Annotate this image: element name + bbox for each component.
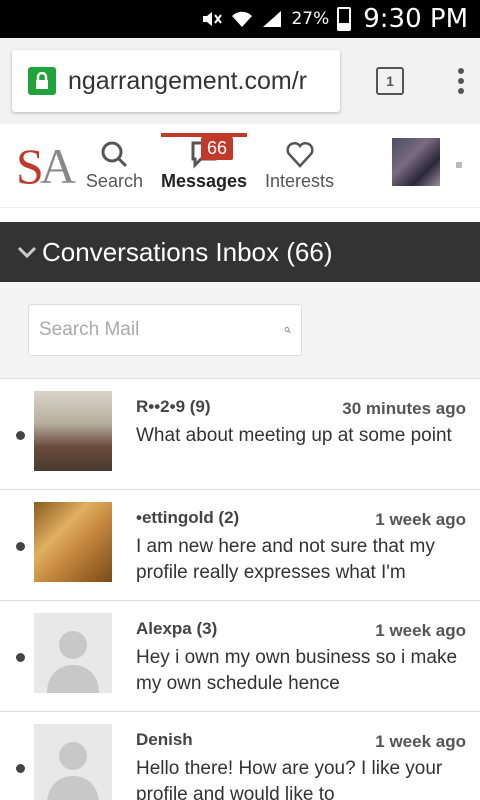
sender-avatar <box>34 502 112 582</box>
message-time: 1 week ago <box>375 621 466 640</box>
clock: 9:30 PM <box>363 4 468 34</box>
mail-search-area <box>0 282 480 378</box>
lock-icon <box>28 67 56 95</box>
user-avatar[interactable] <box>392 138 440 186</box>
nav-search-label: Search <box>85 171 143 191</box>
nav-interests[interactable]: Interests <box>265 139 334 192</box>
unread-dot <box>16 764 25 773</box>
message-preview: What about meeting up at some point <box>136 425 452 446</box>
conversation-item[interactable]: R••2•9 (9) 30 minutes ago What about mee… <box>0 379 480 490</box>
unread-dot <box>16 542 25 551</box>
url-bar[interactable]: ngarrangement.com/r <box>12 50 340 112</box>
inbox-title: Conversations Inbox (66) <box>42 236 333 267</box>
nav-messages-label: Messages <box>160 171 248 191</box>
site-nav: SA Search 66 Messages Interests <box>0 124 480 208</box>
battery-icon <box>337 7 352 31</box>
unread-dot <box>16 653 25 662</box>
mail-search-box <box>28 304 302 356</box>
site-logo[interactable]: SA <box>16 137 76 195</box>
conversation-item[interactable]: Alexpa (3) 1 week ago Hey i own my own b… <box>0 601 480 712</box>
tab-switcher-button[interactable]: 1 <box>376 67 404 95</box>
messages-badge: 66 <box>200 137 233 160</box>
conversation-item[interactable]: •ettingold (2) 1 week ago I am new here … <box>0 490 480 601</box>
profile-menu-dot[interactable] <box>456 162 462 168</box>
inbox-header[interactable]: Conversations Inbox (66) <box>0 222 480 282</box>
message-time: 1 week ago <box>375 510 466 529</box>
nav-search[interactable]: Search <box>86 139 143 192</box>
message-time: 30 minutes ago <box>342 399 466 418</box>
chevron-down-icon <box>17 246 37 259</box>
battery-percent: 27% <box>291 9 330 29</box>
conversation-item[interactable]: Denish 1 week ago Hello there! How are y… <box>0 712 480 800</box>
message-preview: Hey i own my own business so i make my o… <box>136 647 458 694</box>
unread-dot <box>16 431 25 440</box>
overflow-menu-icon[interactable] <box>458 68 464 94</box>
status-bar: 27% 9:30 PM <box>0 0 480 38</box>
default-avatar-icon <box>34 724 112 800</box>
nav-interests-label: Interests <box>265 171 335 191</box>
search-icon[interactable] <box>284 316 291 344</box>
conversation-list: R••2•9 (9) 30 minutes ago What about mee… <box>0 378 480 800</box>
wifi-icon <box>231 10 253 28</box>
url-text: ngarrangement.com/r <box>68 66 308 95</box>
browser-toolbar: ngarrangement.com/r 1 <box>0 38 480 124</box>
signal-icon <box>261 10 283 28</box>
search-mail-input[interactable] <box>39 319 284 341</box>
heart-icon <box>286 141 314 168</box>
message-time: 1 week ago <box>375 732 466 751</box>
mute-icon <box>201 10 223 28</box>
default-avatar-icon <box>34 613 112 693</box>
search-icon <box>101 141 128 168</box>
message-preview: I am new here and not sure that my profi… <box>136 536 435 583</box>
sender-avatar <box>34 391 112 471</box>
message-preview: Hello there! How are you? I like your pr… <box>136 758 443 800</box>
nav-messages[interactable]: 66 Messages <box>160 133 248 192</box>
